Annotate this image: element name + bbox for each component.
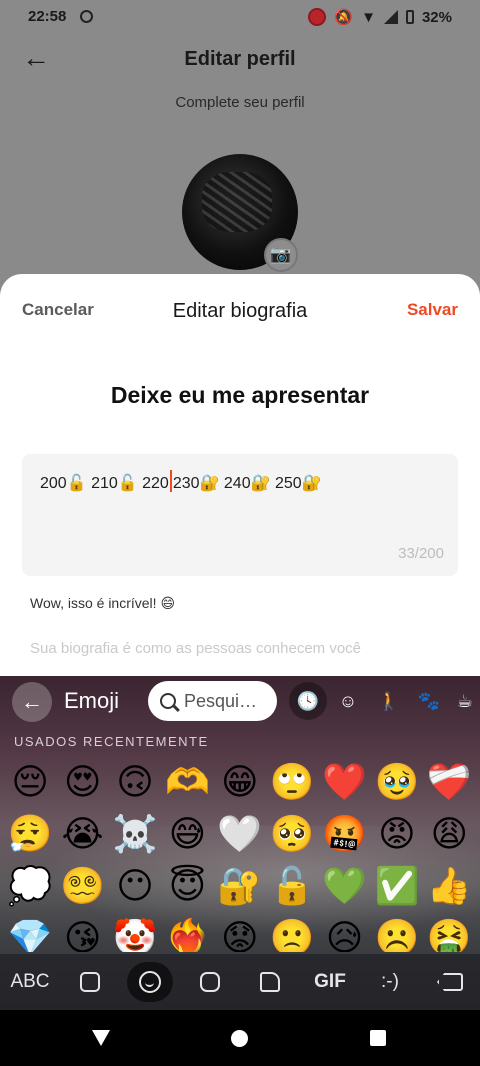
emoji-key[interactable]: 👍: [423, 860, 475, 912]
cancel-button[interactable]: Cancelar: [22, 300, 94, 320]
emoji-key[interactable]: 💎: [4, 912, 56, 952]
emoji-search-input[interactable]: [184, 690, 266, 712]
page-title: Editar perfil: [184, 48, 296, 70]
search-icon: [160, 693, 176, 709]
emoji-key[interactable]: 😅: [161, 808, 213, 860]
delete-backspace-icon[interactable]: [420, 971, 480, 993]
emoji-key[interactable]: 😮‍💨: [4, 808, 56, 860]
people-category-icon[interactable]: 🚶: [370, 682, 408, 720]
bio-heading: Deixe eu me apresentar: [110, 382, 370, 408]
emoji-key[interactable]: ❤️‍🩹: [423, 756, 475, 808]
wifi-icon: ▼: [361, 8, 376, 26]
nav-recents-icon[interactable]: [370, 1030, 386, 1046]
edit-bio-sheet: Cancelar Editar biografia Salvar Deixe e…: [0, 274, 480, 676]
emoji-search[interactable]: [148, 681, 277, 721]
keyboard-mode-label: Emoji: [64, 688, 120, 713]
emoji-key[interactable]: 😭: [56, 808, 108, 860]
emoji-key[interactable]: ☠️: [109, 808, 161, 860]
emoji-key[interactable]: 🙁: [266, 912, 318, 952]
page-subtitle: Complete seu perfil: [175, 94, 305, 111]
camera-icon[interactable]: 📷: [264, 238, 298, 272]
status-icons: 🔕 ▼ 32%: [308, 8, 452, 26]
emoji-key[interactable]: 😍: [56, 756, 108, 808]
mute-icon: 🔕: [334, 9, 354, 26]
bio-hint: Sua biografia é como as pessoas conhecem…: [30, 640, 362, 657]
screen-record-icon: [308, 8, 327, 26]
signal-icon: [383, 10, 398, 24]
emoji-key[interactable]: 😟: [214, 912, 266, 952]
emoji-key[interactable]: 💭: [4, 860, 56, 912]
clipboard-icon[interactable]: [60, 971, 120, 993]
emoji-key[interactable]: 😶: [109, 860, 161, 912]
emoji-key[interactable]: 😔: [4, 756, 56, 808]
status-time: 22:58: [28, 8, 67, 25]
emoji-key[interactable]: 🔓: [266, 860, 318, 912]
emoji-key[interactable]: ❤️: [318, 756, 370, 808]
profile-page-background: 22:58 🔕 ▼ 32% ← Editar perfil Complete s…: [0, 0, 480, 300]
emoji-key[interactable]: ❤️‍🔥: [161, 912, 213, 952]
emoji-key[interactable]: 🙄: [266, 756, 318, 808]
emoji-key[interactable]: 😘: [56, 912, 108, 952]
emoji-tab-button[interactable]: [120, 962, 180, 1002]
emoji-key[interactable]: ✅: [371, 860, 423, 912]
emoji-smile-icon: [139, 970, 161, 993]
bio-tip: Wow, isso é incrível! 😄: [30, 595, 176, 611]
emoji-key[interactable]: 🫶: [161, 756, 213, 808]
sticker-pack-icon[interactable]: [240, 971, 300, 993]
recent-emojis-label: USADOS RECENTEMENTE: [14, 734, 209, 749]
emoji-key[interactable]: 😵‍💫: [56, 860, 108, 912]
keyboard-bottom-bar: ABC GIF :-): [0, 954, 480, 1010]
bio-text-before-cursor: 200🔓 210🔓 220: [40, 475, 169, 492]
emoji-key[interactable]: 🤮: [423, 912, 475, 952]
emoji-key[interactable]: 😩: [423, 808, 475, 860]
emoji-key[interactable]: ☹️: [371, 912, 423, 952]
emoji-key[interactable]: 😥: [318, 912, 370, 952]
emoji-key[interactable]: 🤍: [214, 808, 266, 860]
emoji-key[interactable]: 💚: [318, 860, 370, 912]
emoji-key[interactable]: 🤬: [318, 808, 370, 860]
navigation-bar: [0, 1010, 480, 1066]
sheet-header: Cancelar Editar biografia Salvar: [0, 300, 480, 326]
char-counter: 33/200: [398, 545, 444, 562]
bio-text: 200🔓 210🔓 220 230🔐 240🔐 250🔐: [40, 470, 322, 493]
emoji-key[interactable]: 😇: [161, 860, 213, 912]
emoji-keyboard: ← Emoji 🕓 ☺ 🚶 🐾 ☕ USADOS RECENTEMENTE 😔😍…: [0, 676, 480, 1010]
status-bar: 22:58 🔕 ▼ 32%: [0, 0, 480, 34]
food-category-icon[interactable]: ☕: [446, 682, 480, 720]
nav-home-icon[interactable]: [231, 1030, 248, 1047]
nature-category-icon[interactable]: 🐾: [410, 682, 448, 720]
emoji-key[interactable]: 🔐: [214, 860, 266, 912]
keyboard-back-icon[interactable]: ←: [12, 682, 52, 722]
bio-text-after-cursor: 230🔐 240🔐 250🔐: [172, 475, 322, 492]
emoji-key[interactable]: 🤡: [109, 912, 161, 952]
battery-icon: [405, 10, 414, 24]
emoji-key[interactable]: 🥹: [371, 756, 423, 808]
gif-button[interactable]: GIF: [300, 971, 360, 993]
text-cursor: [169, 470, 172, 492]
emoji-grid: 😔 😍 🙃 🫶 😁 🙄 ❤️ 🥹 ❤️‍🩹 😮‍💨 😭 ☠️ 😅 🤍 🥺 🤬 😡 😩 💭 😵‍💫 😶 😇 🔐 🔓 💚 ✅ 👍 💎 😘 🤡 ❤…: [4, 756, 476, 964]
sticker-icon[interactable]: [180, 971, 240, 993]
battery-percent: 32%: [421, 8, 452, 26]
nav-back-icon[interactable]: [92, 1030, 110, 1046]
top-app-bar: ← Editar perfil: [0, 34, 480, 86]
keyboard-toolbar: ← Emoji 🕓 ☺ 🚶 🐾 ☕: [0, 676, 480, 726]
abc-button[interactable]: ABC: [0, 971, 60, 993]
recent-clock-icon[interactable]: 🕓: [289, 682, 327, 720]
emoji-key[interactable]: 😁: [214, 756, 266, 808]
save-button[interactable]: Salvar: [407, 300, 458, 320]
emoji-key[interactable]: 🙃: [109, 756, 161, 808]
emoticon-button[interactable]: :-): [360, 971, 420, 993]
emoji-key[interactable]: 🥺: [266, 808, 318, 860]
smileys-category-icon[interactable]: ☺: [329, 682, 367, 720]
notification-icon: [80, 10, 93, 23]
emoji-key[interactable]: 😡: [371, 808, 423, 860]
bio-input[interactable]: 200🔓 210🔓 220 230🔐 240🔐 250🔐 33/200: [22, 454, 458, 576]
